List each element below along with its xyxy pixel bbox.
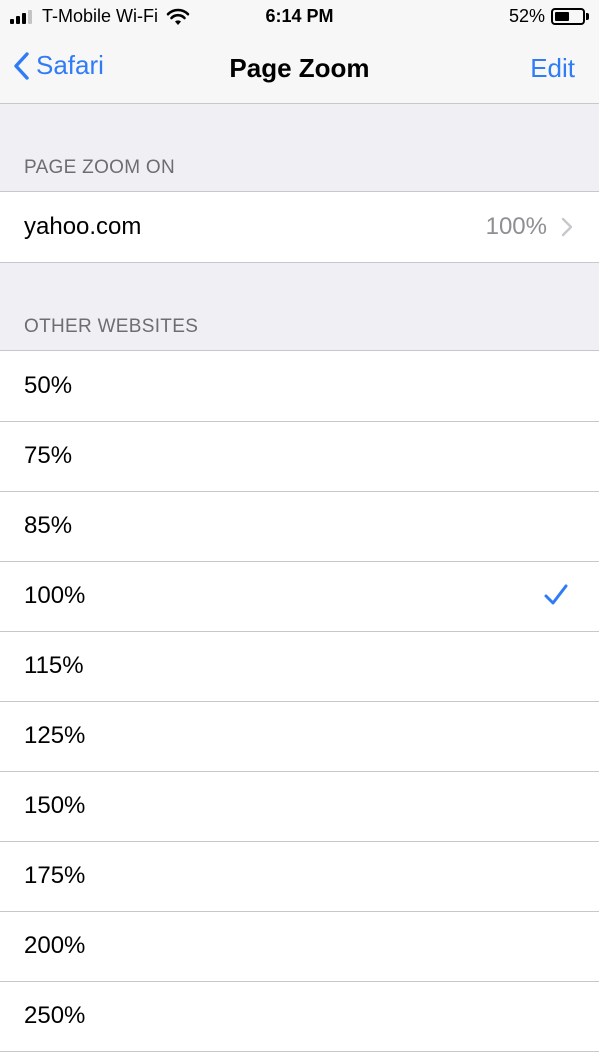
- status-right: 52%: [509, 6, 589, 27]
- zoom-option-label: 50%: [24, 372, 73, 399]
- zoom-option-label: 75%: [24, 442, 73, 469]
- zoom-option-row[interactable]: 250%: [0, 981, 599, 1051]
- page-zoom-on-group: yahoo.com 100%: [0, 191, 599, 263]
- status-bar: T-Mobile Wi-Fi 6:14 PM 52%: [0, 0, 599, 34]
- section-header-other-websites: OTHER WEBSITES: [24, 316, 199, 337]
- zoom-option-row[interactable]: 150%: [0, 771, 599, 841]
- navigation-bar: Safari Page Zoom Edit: [0, 34, 599, 104]
- chevron-right-icon: [561, 217, 573, 237]
- zoom-option-row[interactable]: 115%: [0, 631, 599, 701]
- zoom-option-label: 100%: [24, 582, 86, 609]
- site-zoom-value: 100%: [485, 213, 547, 240]
- site-row-yahoo[interactable]: yahoo.com 100%: [0, 192, 599, 262]
- zoom-option-label: 150%: [24, 792, 86, 819]
- zoom-option-row-selected[interactable]: 100%: [0, 561, 599, 631]
- zoom-option-label: 250%: [24, 1002, 86, 1029]
- other-websites-group: 50% 75% 85% 100% 115% 125% 150% 175% 200…: [0, 350, 599, 1052]
- zoom-option-row[interactable]: 85%: [0, 491, 599, 561]
- battery-fill: [555, 12, 569, 21]
- zoom-option-row[interactable]: 75%: [0, 421, 599, 491]
- zoom-option-row[interactable]: 125%: [0, 701, 599, 771]
- section-header-page-zoom-on: PAGE ZOOM ON: [24, 157, 176, 178]
- zoom-option-row[interactable]: 175%: [0, 841, 599, 911]
- edit-button[interactable]: Edit: [530, 53, 575, 84]
- zoom-option-label: 125%: [24, 722, 86, 749]
- zoom-option-row[interactable]: 200%: [0, 911, 599, 981]
- zoom-option-label: 115%: [24, 652, 84, 679]
- page-title: Page Zoom: [229, 53, 370, 83]
- checkmark-icon: [544, 584, 568, 605]
- battery-tip: [586, 13, 589, 20]
- site-domain: yahoo.com: [24, 213, 142, 240]
- zoom-option-label: 200%: [24, 932, 86, 959]
- zoom-option-label: 175%: [24, 862, 86, 889]
- battery-icon: [551, 8, 585, 25]
- zoom-option-label: 85%: [24, 512, 73, 539]
- battery-percent: 52%: [508, 6, 545, 26]
- zoom-option-row[interactable]: 50%: [0, 351, 599, 421]
